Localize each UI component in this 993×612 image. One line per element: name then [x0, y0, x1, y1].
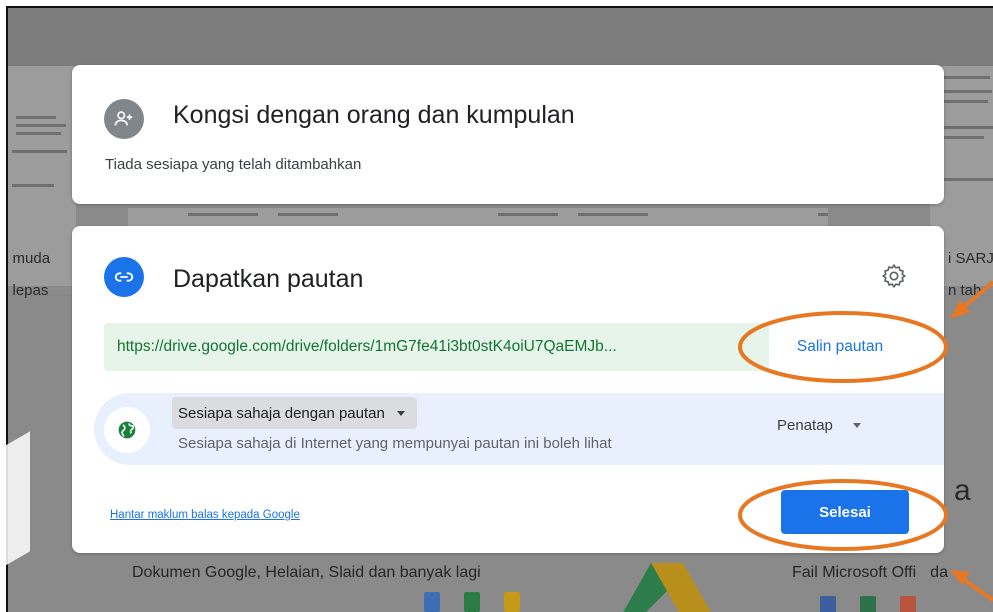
access-level-label: Sesiapa sahaja dengan pautan [178, 404, 385, 422]
background-text: n lepas [8, 282, 49, 299]
add-person-icon [104, 99, 144, 139]
globe-icon-wrap [104, 407, 150, 453]
send-feedback-link[interactable]: Hantar maklum balas kepada Google [110, 509, 300, 521]
chevron-down-icon [852, 423, 861, 428]
share-people-subtitle: Tiada sesiapa yang telah ditambahkan [105, 156, 362, 173]
share-people-title: Kongsi dengan orang dan kumpulan [173, 101, 575, 129]
slides-icon [504, 592, 520, 612]
background-footer-text: Fail Microsoft Offi da [792, 564, 948, 581]
background-text: a muda [8, 250, 51, 267]
background-text: n tah [948, 282, 982, 299]
access-level-dropdown[interactable]: Sesiapa sahaja dengan pautan [172, 397, 417, 429]
background-app-icons [424, 592, 520, 612]
background-text: a [954, 474, 971, 507]
link-icon [104, 257, 144, 297]
docs-icon [424, 592, 440, 612]
access-description: Sesiapa sahaja di Internet yang mempunya… [178, 435, 612, 452]
gear-icon[interactable] [880, 262, 908, 290]
share-people-card: Kongsi dengan orang dan kumpulan Tiada s… [72, 65, 944, 204]
background-footer-text: Dokumen Google, Helaian, Slaid dan banya… [132, 564, 481, 581]
google-drive-logo-icon [623, 563, 711, 612]
sheets-icon [464, 592, 480, 612]
get-link-title: Dapatkan pautan [173, 265, 364, 293]
link-url-text: https://drive.google.com/drive/folders/1… [117, 338, 617, 355]
role-label: Penatap [777, 417, 833, 434]
general-access-row: Sesiapa sahaja dengan pautan Sesiapa sah… [94, 393, 944, 465]
watermark-shape [0, 431, 30, 569]
background-text: i SARJ [948, 250, 993, 267]
background-toolbar [8, 8, 993, 66]
globe-icon [118, 421, 136, 439]
chevron-down-icon [396, 410, 405, 416]
role-dropdown[interactable]: Penatap [777, 417, 861, 434]
background-document-center [128, 208, 828, 228]
done-button[interactable]: Selesai [781, 490, 909, 534]
get-link-card: Dapatkan pautan https://drive.google.com… [72, 226, 944, 553]
link-url-field[interactable]: https://drive.google.com/drive/folders/1… [104, 323, 769, 371]
copy-link-button[interactable]: Salin pautan [775, 323, 905, 371]
